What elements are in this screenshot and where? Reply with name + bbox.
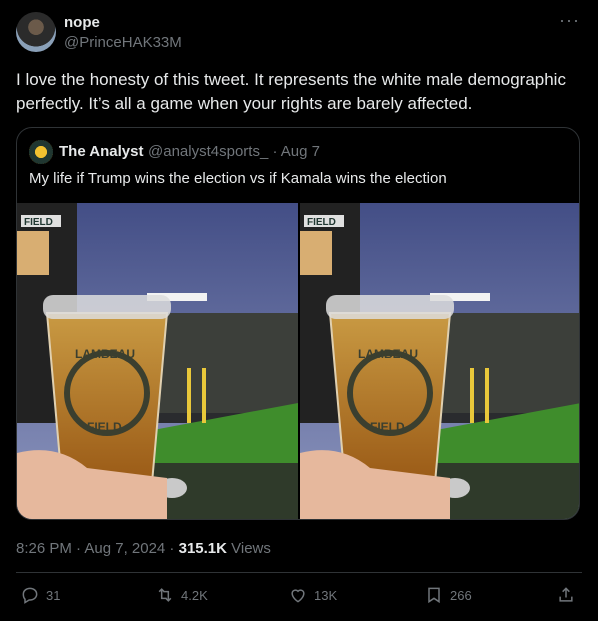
timestamp-text: 8:26 PM · Aug 7, 2024 · (16, 540, 179, 557)
heart-icon (291, 589, 305, 603)
divider (16, 572, 582, 573)
bookmark-icon (428, 587, 440, 604)
retweet-icon (158, 588, 172, 602)
views-count: 315.1K (178, 540, 227, 557)
author-avatar[interactable] (16, 12, 56, 52)
like-button[interactable]: 13K (288, 585, 337, 605)
share-icon (559, 587, 573, 602)
quote-author-avatar[interactable] (29, 140, 53, 164)
tweet-timestamp[interactable]: 8:26 PM · Aug 7, 2024 · 315.1K Views (16, 540, 271, 557)
reply-count: 31 (46, 587, 61, 603)
cup-logo-bottom: FIELD (370, 420, 405, 434)
quote-image-left[interactable]: FIELD LAMBEAU FIELD (17, 203, 298, 519)
bookmark-count: 266 (450, 587, 472, 603)
retweet-button[interactable]: 4.2K (155, 585, 208, 605)
quote-author-name[interactable]: The Analyst (59, 143, 143, 160)
views-label: Views (226, 540, 271, 557)
share-button[interactable] (556, 585, 576, 605)
reply-icon (22, 587, 38, 604)
more-dots-icon[interactable]: ··· (559, 10, 580, 31)
like-count: 13K (314, 587, 338, 603)
quote-author-meta: @analyst4sports_ · Aug 7 (148, 143, 320, 160)
cup-logo-top: LAMBEAU (358, 347, 418, 361)
scoreboard-sign: FIELD (24, 217, 53, 228)
quoted-tweet[interactable]: The Analyst @analyst4sports_ · Aug 7 My … (16, 127, 580, 520)
author-handle[interactable]: @PrinceHAK33M (64, 34, 182, 51)
scoreboard-sign: FIELD (307, 217, 336, 228)
quote-text: My life if Trump wins the election vs if… (29, 170, 447, 187)
reply-button[interactable]: 31 (20, 585, 60, 605)
action-bar: 31 4.2K 13K 266 (0, 585, 598, 613)
quote-image-right[interactable]: FIELD LAMBEAU FIELD (300, 203, 579, 519)
cup-logo-bottom: FIELD (87, 420, 122, 434)
retweet-count: 4.2K (181, 587, 208, 603)
author-name[interactable]: nope (64, 14, 100, 31)
bookmark-button[interactable]: 266 (424, 585, 472, 605)
tweet-text: I love the honesty of this tweet. It rep… (16, 70, 566, 113)
cup-logo-top: LAMBEAU (75, 347, 135, 361)
